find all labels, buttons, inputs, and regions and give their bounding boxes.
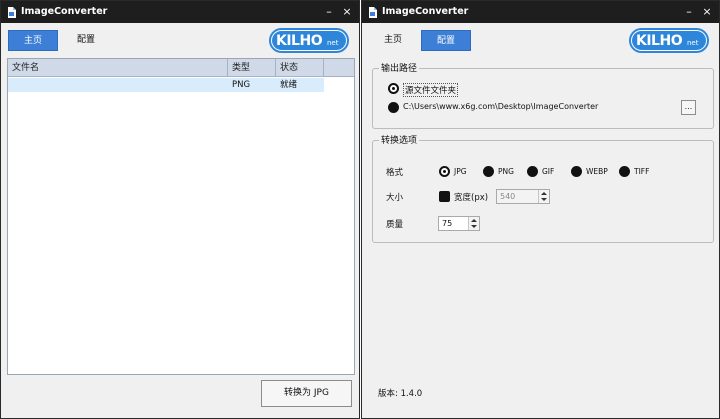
output-path-title: 输出路径 [379, 61, 420, 74]
window-title: ImageConverter [382, 6, 469, 17]
title-bar[interactable]: ImageConverter – × [1, 1, 359, 23]
tab-home[interactable]: 主页 [368, 30, 418, 51]
version-label: 版本: 1.4.0 [378, 389, 423, 399]
tab-settings[interactable]: 配置 [421, 30, 471, 51]
tab-settings[interactable]: 配置 [61, 30, 111, 51]
logo-suffix-text: net [687, 39, 699, 47]
logo-main-text: KILHO [636, 33, 683, 49]
column-header-status[interactable]: 状态 [276, 59, 324, 77]
radio-custom-path[interactable] [388, 102, 399, 113]
file-table[interactable]: 文件名 类型 状态 PNG 就绪 [7, 58, 355, 375]
width-value: 540 [500, 192, 516, 201]
radio-format-gif[interactable] [527, 166, 538, 177]
width-checkbox[interactable] [439, 191, 450, 202]
width-checkbox-label: 宽度(px) [454, 193, 489, 203]
radio-format-tiff[interactable] [619, 166, 630, 177]
table-header: 文件名 类型 状态 [8, 59, 354, 77]
format-tiff-label: TIFF [634, 167, 650, 176]
close-icon[interactable]: × [339, 4, 355, 20]
size-label: 大小 [386, 193, 404, 203]
title-bar[interactable]: ImageConverter – × [362, 1, 719, 23]
source-folder-label[interactable]: 源文件文件夹 [403, 83, 459, 97]
table-row[interactable]: PNG 就绪 [8, 78, 324, 92]
convert-options-title: 转换选项 [379, 133, 420, 146]
output-path-group: 输出路径 源文件文件夹 C:\Users\www.x6g.com\Desktop… [372, 61, 714, 129]
width-stepper-arrows[interactable] [538, 190, 549, 203]
format-gif-label: GIF [542, 167, 555, 176]
cell-type: PNG [232, 80, 251, 90]
convert-button[interactable]: 转换为 JPG [261, 380, 352, 407]
quality-value: 75 [442, 219, 453, 228]
window-title: ImageConverter [21, 6, 108, 17]
column-header-type[interactable]: 类型 [228, 59, 276, 77]
quality-label: 质量 [386, 220, 404, 230]
radio-format-webp[interactable] [571, 166, 582, 177]
settings-window: ImageConverter – × 主页 配置 KILHO net 输出路径 … [361, 0, 720, 419]
main-window: ImageConverter – × 主页 配置 KILHO net 文件名 类… [0, 0, 360, 419]
cell-filename [8, 78, 228, 92]
kilho-logo: KILHO net [629, 27, 711, 55]
radio-format-png[interactable] [483, 166, 494, 177]
format-label: 格式 [386, 168, 404, 178]
width-stepper[interactable]: 540 [496, 189, 550, 204]
format-png-label: PNG [498, 167, 514, 176]
quality-stepper-arrows[interactable] [468, 217, 479, 230]
close-icon[interactable]: × [699, 4, 715, 20]
tab-home[interactable]: 主页 [8, 30, 58, 51]
radio-source-folder[interactable] [388, 83, 399, 94]
column-header-filename[interactable]: 文件名 [8, 59, 228, 77]
custom-path-label: C:\Users\www.x6g.com\Desktop\ImageConver… [403, 102, 599, 111]
app-icon [7, 7, 16, 18]
format-jpg-label: JPG [454, 167, 467, 176]
kilho-logo: KILHO net [269, 27, 351, 55]
logo-suffix-text: net [327, 39, 339, 47]
app-icon [368, 7, 377, 18]
minimize-icon[interactable]: – [681, 4, 697, 20]
quality-stepper[interactable]: 75 [438, 216, 480, 231]
minimize-icon[interactable]: – [321, 4, 337, 20]
cell-status: 就绪 [280, 80, 298, 90]
convert-options-group: 转换选项 格式 JPG PNG GIF WEBP TIFF 大小 宽度(px) … [372, 133, 714, 243]
logo-main-text: KILHO [276, 33, 323, 49]
radio-format-jpg[interactable] [439, 166, 450, 177]
browse-button[interactable]: ... [681, 100, 696, 115]
format-webp-label: WEBP [586, 167, 608, 176]
